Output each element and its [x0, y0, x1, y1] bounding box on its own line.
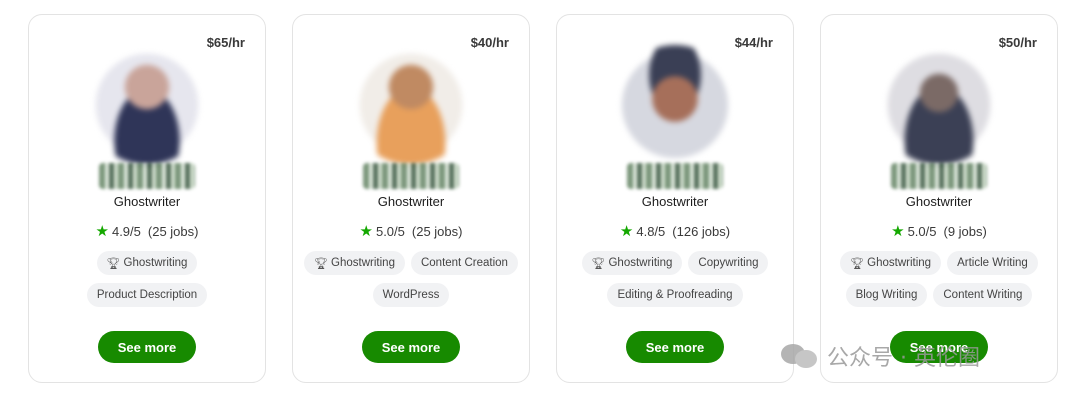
skill-tags: 🏆︎ Ghostwriting Product Description [37, 251, 257, 307]
jobs-count: (25 jobs) [147, 224, 199, 239]
hourly-rate: $50/hr [998, 35, 1037, 50]
skill-tag[interactable]: Editing & Proofreading [607, 283, 743, 307]
star-icon: ★ [891, 223, 905, 240]
avatar [87, 45, 207, 165]
skill-tag-label: Ghostwriting [867, 257, 932, 269]
rating-score: 5.0/5 [907, 224, 937, 239]
jobs-count: (9 jobs) [943, 224, 987, 239]
blurred-name [891, 163, 987, 189]
freelancer-card: $40/hr Ghostwriter ★ 5.0/5 (25 jobs) 🏆︎ G… [292, 14, 530, 383]
rating-row: ★ 4.8/5 (126 jobs) [557, 224, 793, 239]
blurred-name [363, 163, 459, 189]
skill-tag-label: Editing & Proofreading [617, 289, 733, 301]
rating-row: ★ 5.0/5 (9 jobs) [821, 224, 1057, 239]
freelancer-card: $65/hr Ghostwriter ★ 4.9/5 (25 jobs) 🏆︎ G… [28, 14, 266, 383]
skill-tag[interactable]: 🏆︎ Ghostwriting [96, 251, 198, 275]
skill-tag-label: Ghostwriting [331, 257, 395, 269]
freelancer-card: $44/hr Ghostwriter ★ 4.8/5 (126 jobs) 🏆︎… [556, 14, 794, 383]
skill-tag-label: Product Description [96, 289, 198, 301]
skill-tag-label: WordPress [382, 289, 440, 301]
freelancer-card-list: $65/hr Ghostwriter ★ 4.9/5 (25 jobs) 🏆︎ G… [28, 14, 1060, 384]
see-more-button[interactable]: See more [626, 331, 724, 363]
skill-tag[interactable]: Product Description [86, 283, 208, 307]
rating-score: 4.9/5 [111, 224, 141, 239]
skill-tag[interactable]: 🏆︎ Ghostwriting [581, 251, 683, 275]
wechat-watermark: 公众号 · 英伦圈 [781, 340, 980, 372]
watermark-text: 公众号 · 英伦圈 [827, 346, 980, 371]
skill-tag-label: Ghostwriting [123, 257, 188, 269]
see-more-button[interactable]: See more [98, 331, 196, 363]
freelancer-title: Ghostwriter [113, 194, 181, 209]
hourly-rate: $65/hr [206, 35, 245, 50]
hourly-rate: $40/hr [470, 35, 509, 50]
rating-score: 4.8/5 [636, 224, 666, 239]
skill-tags: 🏆︎ Ghostwriting Article Writing Blog Writ… [829, 251, 1049, 307]
avatar [351, 45, 471, 165]
skill-tags: 🏆︎ Ghostwriting Content Creation WordPres… [301, 251, 521, 307]
skill-tag-label: Content Writing [943, 289, 1023, 301]
rating-row: ★ 5.0/5 (25 jobs) [293, 224, 529, 239]
skill-tag[interactable]: Content Creation [410, 251, 518, 275]
skill-tag[interactable]: Copywriting [688, 251, 769, 275]
trophy-icon: 🏆︎ [850, 257, 865, 270]
skill-tag[interactable]: Content Writing [933, 283, 1033, 307]
skill-tag[interactable]: Article Writing [947, 251, 1038, 275]
see-more-button[interactable]: See more [362, 331, 460, 363]
skill-tag[interactable]: Blog Writing [845, 283, 928, 307]
rating-score: 5.0/5 [375, 224, 405, 239]
skill-tag[interactable]: WordPress [372, 283, 450, 307]
hourly-rate: $44/hr [734, 35, 773, 50]
jobs-count: (126 jobs) [672, 224, 731, 239]
freelancer-title: Ghostwriter [641, 194, 709, 209]
freelancer-card: $50/hr Ghostwriter ★ 5.0/5 (9 jobs) 🏆︎ Gh… [820, 14, 1058, 383]
freelancer-title: Ghostwriter [377, 194, 445, 209]
skill-tags: 🏆︎ Ghostwriting Copywriting Editing & Pro… [565, 251, 785, 307]
skill-tag-label: Blog Writing [855, 289, 918, 301]
blurred-name [99, 163, 195, 189]
skill-tag[interactable]: 🏆︎ Ghostwriting [304, 251, 405, 275]
skill-tag-label: Copywriting [698, 257, 759, 269]
rating-row: ★ 4.9/5 (25 jobs) [29, 224, 265, 239]
trophy-icon: 🏆︎ [106, 257, 121, 270]
skill-tag-label: Content Creation [420, 257, 508, 269]
skill-tag[interactable]: 🏆︎ Ghostwriting [840, 251, 942, 275]
trophy-icon: 🏆︎ [314, 257, 329, 270]
skill-tag-label: Ghostwriting [608, 257, 673, 269]
freelancer-title: Ghostwriter [905, 194, 973, 209]
star-icon: ★ [359, 223, 373, 240]
skill-tag-label: Article Writing [957, 257, 1028, 269]
star-icon: ★ [619, 223, 634, 240]
avatar [615, 45, 735, 165]
wechat-icon [781, 342, 819, 370]
avatar [879, 45, 999, 165]
trophy-icon: 🏆︎ [591, 257, 606, 270]
blurred-name [627, 163, 723, 189]
jobs-count: (25 jobs) [411, 224, 463, 239]
star-icon: ★ [95, 223, 109, 240]
